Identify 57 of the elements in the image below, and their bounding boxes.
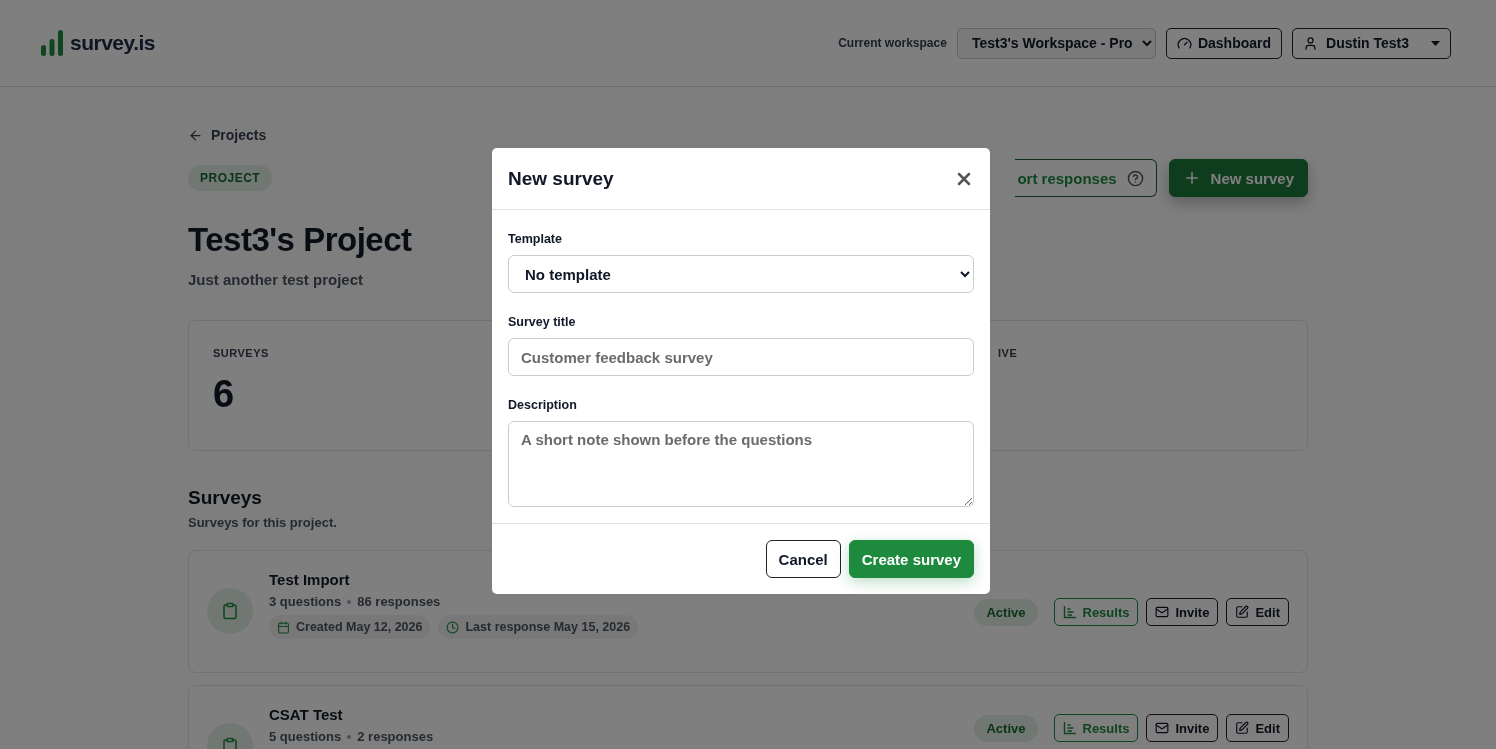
calendar-icon	[277, 620, 290, 634]
status-badge: Active	[974, 598, 1038, 626]
stat-label: IVE	[998, 347, 1018, 359]
create-survey-button[interactable]: Create survey	[848, 540, 974, 578]
status-badge: Active	[974, 714, 1038, 742]
cancel-button[interactable]: Cancel	[765, 540, 841, 578]
invite-button[interactable]: Invite	[1146, 598, 1219, 626]
created-chip: Created May 12, 2026	[269, 615, 431, 639]
workspace-select[interactable]: Test3's Workspace - Pro	[956, 27, 1156, 59]
question-count: 5 questions	[269, 729, 342, 744]
field-label: Survey title	[508, 315, 577, 329]
dialog-title: New survey	[508, 167, 614, 190]
mail-icon	[1155, 721, 1170, 735]
mail-icon	[1155, 605, 1170, 619]
title-input[interactable]: Customer feedback survey	[508, 338, 974, 376]
survey-title: CSAT Test	[269, 706, 344, 723]
user-icon	[1303, 35, 1318, 51]
project-badge: PROJECT	[188, 165, 273, 191]
description-textarea[interactable]: A short note shown before the questions	[508, 421, 974, 507]
edit-icon	[1235, 721, 1250, 735]
project-subtitle: Just another test project	[188, 271, 364, 288]
section-subheading: Surveys for this project.	[188, 515, 338, 530]
user-menu-button[interactable]: Dustin Test3	[1292, 27, 1451, 59]
stat-label: SURVEYS	[213, 347, 269, 359]
gauge-icon	[1176, 35, 1192, 51]
dashboard-button[interactable]: Dashboard	[1165, 27, 1282, 59]
results-button[interactable]: Results	[1053, 598, 1139, 626]
logo-text: survey.is	[70, 31, 155, 55]
response-count: 86 responses	[357, 594, 441, 609]
edit-button[interactable]: Edit	[1226, 714, 1289, 742]
stat-value: 6	[213, 373, 235, 416]
import-button[interactable]: ort responses	[1015, 159, 1157, 197]
question-count: 3 questions	[269, 594, 342, 609]
workspace-label: Current workspace	[838, 36, 947, 50]
field-label: Description	[508, 398, 578, 412]
bar-chart-icon	[1062, 721, 1077, 735]
help-icon	[1126, 169, 1144, 187]
results-button[interactable]: Results	[1053, 714, 1139, 742]
last-response-chip: Last response May 15, 2026	[438, 615, 639, 639]
separator-dot	[347, 599, 352, 604]
caret-icon	[1431, 40, 1440, 46]
clipboard-icon	[207, 588, 253, 634]
new-survey-button[interactable]: New survey	[1168, 159, 1308, 197]
response-count: 2 responses	[357, 729, 434, 744]
invite-button[interactable]: Invite	[1146, 714, 1219, 742]
edit-icon	[1235, 605, 1250, 619]
bar-chart-logo-icon	[40, 29, 64, 57]
project-title: Test3's Project	[188, 221, 412, 259]
section-heading: Surveys	[188, 487, 263, 509]
clock-icon	[446, 620, 460, 634]
separator-dot	[347, 734, 352, 739]
template-select[interactable]: No template	[508, 255, 974, 293]
back-link[interactable]: Projects	[188, 127, 267, 143]
survey-title: Test Import	[269, 571, 351, 588]
edit-button[interactable]: Edit	[1226, 598, 1289, 626]
field-label: Template	[508, 232, 563, 246]
bar-chart-icon	[1062, 605, 1077, 619]
